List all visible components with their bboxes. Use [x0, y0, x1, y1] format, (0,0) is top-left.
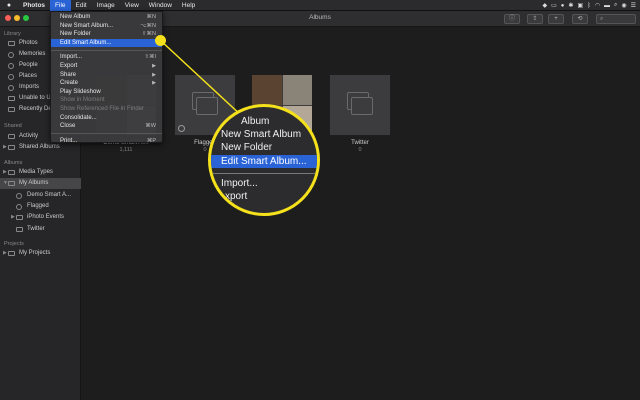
- smart-album-gear-icon: [178, 125, 185, 132]
- magnifier-callout: Album New Smart Album New Folder Edit Sm…: [208, 104, 320, 216]
- album-thumbnail: [330, 75, 390, 135]
- albums-view: Demo Smart Al... 1,111 Flagged 0 Twitter…: [82, 27, 640, 400]
- sidebar-item-iphoto-events[interactable]: ▶ iPhoto Events: [0, 212, 81, 223]
- sidebar-item-demo-smart-album[interactable]: Demo Smart A...: [0, 190, 81, 201]
- search-icon: ⌕: [600, 16, 604, 22]
- folder-icon: [16, 215, 23, 220]
- sidebar-section-albums: Albums: [4, 160, 23, 166]
- menu-window[interactable]: Window: [144, 0, 177, 11]
- menu-item-consolidate[interactable]: Consolidate...: [51, 114, 162, 123]
- menu-item-new-smart-album[interactable]: New Smart Album... ⌥⌘N: [51, 22, 162, 31]
- menu-view[interactable]: View: [120, 0, 144, 11]
- folder-icon: [8, 181, 15, 186]
- add-button[interactable]: +: [548, 14, 564, 24]
- menu-item-new-album[interactable]: New Album ⌘N: [51, 13, 162, 22]
- submenu-arrow-icon: ▶: [152, 62, 156, 69]
- folder-icon: [8, 170, 15, 175]
- info-button[interactable]: ⓘ: [504, 14, 520, 24]
- menu-item-close[interactable]: Close ⌘W: [51, 122, 162, 131]
- menu-edit[interactable]: Edit: [71, 0, 92, 11]
- menu-app-photos[interactable]: Photos: [18, 0, 50, 11]
- disclosure-triangle-icon[interactable]: ▶: [3, 167, 7, 178]
- album-count: 0: [358, 147, 362, 153]
- cloud-icon: [8, 134, 15, 139]
- pin-icon: [8, 73, 14, 80]
- trash-icon: [8, 107, 15, 112]
- rotate-button[interactable]: ⟲: [572, 14, 588, 24]
- album-twitter[interactable]: Twitter 0: [330, 75, 390, 153]
- disclosure-triangle-icon[interactable]: ▶: [3, 142, 7, 153]
- mag-item-import: Import...: [221, 178, 258, 189]
- mag-item-new-smart-album: New Smart Album: [221, 129, 302, 140]
- mag-item-edit-smart-album: Edit Smart Album...: [211, 155, 317, 168]
- sidebar-item-my-albums[interactable]: ▼ My Albums: [0, 178, 81, 189]
- smart-album-icon: [16, 203, 22, 210]
- sidebar-section-projects: Projects: [4, 241, 24, 247]
- dropbox-icon[interactable]: ◆: [543, 2, 548, 9]
- folder-icon: [8, 145, 15, 150]
- callout-dot: [155, 35, 166, 46]
- album-icon: [16, 227, 23, 232]
- battery-icon[interactable]: ▬: [604, 3, 610, 9]
- person-icon: [8, 62, 14, 69]
- search-field[interactable]: ⌕: [596, 14, 636, 24]
- menu-item-import[interactable]: Import... ⇧⌘I: [51, 53, 162, 62]
- record-icon[interactable]: ●: [561, 3, 565, 9]
- submenu-arrow-icon: ▶: [152, 71, 156, 78]
- sidebar-item-media-types[interactable]: ▶ Media Types: [0, 167, 81, 178]
- mag-item-new-folder: New Folder: [221, 142, 273, 153]
- wifi-icon[interactable]: ◠: [595, 2, 600, 9]
- menu-item-share[interactable]: Share ▶: [51, 71, 162, 80]
- photos-icon: [8, 41, 15, 46]
- stack-icon: [351, 97, 373, 115]
- menu-image[interactable]: Image: [92, 0, 120, 11]
- sidebar-item-twitter[interactable]: Twitter: [0, 224, 81, 235]
- folder-icon: [8, 251, 15, 256]
- sidebar-item-flagged[interactable]: Flagged: [0, 201, 81, 212]
- folder-icon: [8, 96, 15, 101]
- mag-separator: [211, 173, 317, 174]
- gear-icon[interactable]: ✱: [568, 2, 573, 9]
- menu-bar: ● Photos File Edit Image View Window Hel…: [0, 0, 640, 11]
- menu-item-show-in-moment: Show in Moment: [60, 97, 105, 104]
- mag-item-album: Album: [241, 116, 270, 127]
- album-name: Twitter: [351, 140, 369, 146]
- siri-icon[interactable]: ◉: [621, 2, 626, 9]
- search-icon[interactable]: ⌕: [614, 2, 617, 9]
- sidebar-section-library: Library: [4, 31, 21, 37]
- status-icons: ◆ ▭ ● ✱ ▣ ᛒ ◠ ▬ ⌕ ◉ ☰: [543, 0, 637, 11]
- submenu-arrow-icon: ▶: [152, 80, 156, 87]
- stack-icon: [196, 97, 218, 115]
- album-count: 1,111: [119, 147, 133, 153]
- clock-icon: [8, 84, 14, 91]
- bluetooth-icon[interactable]: ᛒ: [587, 3, 591, 9]
- apple-menu-icon[interactable]: ●: [0, 2, 18, 9]
- menu-help[interactable]: Help: [177, 0, 200, 11]
- file-menu-dropdown: New Album ⌘N New Smart Album... ⌥⌘N New Fo…: [50, 11, 163, 146]
- disclosure-triangle-icon[interactable]: ▶: [3, 248, 7, 259]
- notification-icon[interactable]: ☰: [631, 2, 636, 9]
- menu-item-export[interactable]: Export ▶: [51, 62, 162, 71]
- memories-icon: [8, 51, 14, 58]
- disclosure-triangle-icon[interactable]: ▶: [11, 212, 15, 223]
- smart-album-icon: [16, 192, 22, 199]
- share-button[interactable]: ⇪: [527, 14, 543, 24]
- display-icon[interactable]: ▣: [577, 2, 583, 9]
- menu-separator: [51, 133, 162, 135]
- sidebar-section-shared: Shared: [4, 123, 22, 129]
- menu-item-play-slideshow[interactable]: Play Slideshow: [51, 88, 162, 97]
- menu-item-print[interactable]: Print... ⌘P: [51, 137, 162, 146]
- menu-item-show-referenced-file: Show Referenced File in Finder: [60, 105, 145, 112]
- sidebar-item-my-projects[interactable]: ▶ My Projects: [0, 248, 81, 259]
- menu-item-edit-smart-album[interactable]: Edit Smart Album...: [51, 38, 162, 48]
- menu-item-create[interactable]: Create ▶: [51, 79, 162, 88]
- menu-file[interactable]: File: [50, 0, 71, 11]
- screen-icon[interactable]: ▭: [551, 2, 557, 9]
- menu-item-new-folder[interactable]: New Folder ⇧⌘N: [51, 30, 162, 39]
- menu-separator: [51, 49, 162, 51]
- mag-item-export: xport: [225, 191, 248, 202]
